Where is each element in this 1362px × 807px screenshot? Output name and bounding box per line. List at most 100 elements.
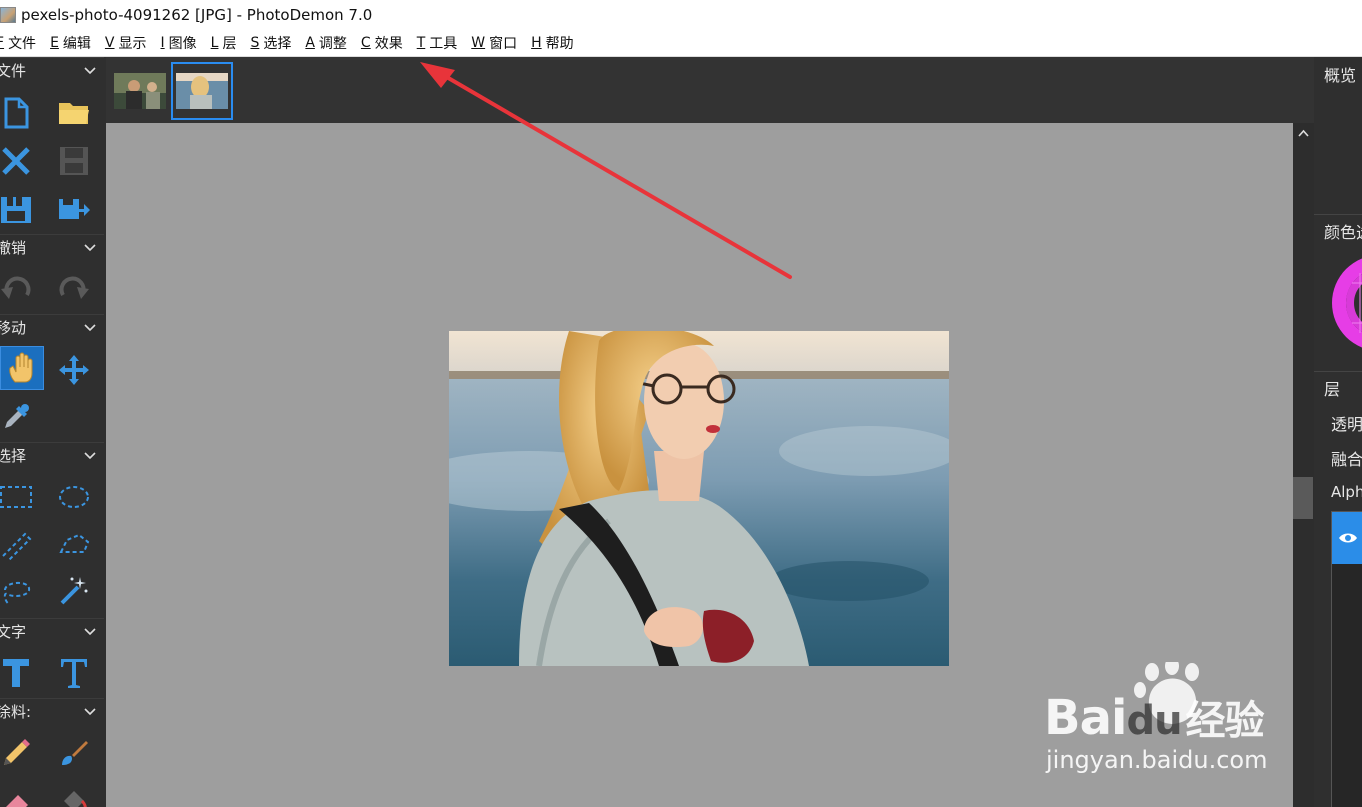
menu-accelerator-key: L — [210, 35, 219, 51]
rectangle-select-button[interactable] — [0, 475, 38, 519]
eyedropper-icon — [5, 404, 29, 428]
menu-a[interactable]: A 调整 — [298, 30, 354, 57]
layer-row-selected[interactable] — [1332, 512, 1362, 564]
chevron-up-icon[interactable] — [1298, 129, 1309, 137]
image-tabs-strip — [106, 57, 1314, 123]
menu-e[interactable]: E 编辑 — [43, 30, 98, 57]
color-wheel[interactable] — [1330, 253, 1362, 363]
menu-w[interactable]: W 窗口 — [464, 30, 524, 57]
ellipse-select-icon — [59, 486, 89, 508]
menu-accelerator-key: F — [0, 35, 5, 51]
toolbox-section-undo[interactable]: 撤销 — [0, 234, 104, 260]
eraser-tool-button[interactable] — [0, 779, 38, 807]
image-thumbnail — [114, 73, 166, 109]
polygon-select-button[interactable] — [52, 523, 96, 567]
menu-l[interactable]: L层 — [204, 30, 244, 57]
menu-accelerator-key: H — [531, 35, 542, 51]
new-file-icon — [4, 97, 29, 129]
brush-icon — [62, 741, 88, 765]
save-as-button[interactable] — [0, 187, 38, 231]
menu-label: 显示 — [118, 36, 147, 52]
close-image-button[interactable] — [0, 139, 38, 183]
magic-wand-icon — [60, 577, 88, 605]
brush-tool-button[interactable] — [52, 731, 96, 775]
pencil-tool-button[interactable] — [0, 731, 38, 775]
watermark-brand: Baidu 经验 — [1044, 690, 1265, 746]
lasso-select-button[interactable] — [0, 569, 38, 613]
menu-accelerator-key: V — [104, 35, 115, 51]
chevron-down-icon — [84, 66, 96, 74]
blend-mode-label: 融合 — [1331, 450, 1362, 469]
text-advanced-button[interactable] — [52, 651, 96, 695]
toolbox-section-file[interactable]: 文件 — [0, 57, 104, 83]
hand-icon — [9, 352, 33, 383]
toolbox-section-paint[interactable]: 涂料: — [0, 698, 104, 724]
eye-icon[interactable] — [1338, 531, 1358, 545]
redo-button[interactable] — [52, 267, 96, 311]
export-button[interactable] — [52, 187, 96, 231]
menu-f[interactable]: F 文件 — [0, 30, 43, 57]
text-basic-icon — [3, 659, 29, 687]
eyedropper-tool-button[interactable] — [0, 395, 38, 439]
toolbox-section-select[interactable]: 选择 — [0, 442, 104, 468]
fill-bucket-icon — [64, 791, 87, 807]
move-icon — [59, 355, 89, 385]
toolbox-panel: 文件 撤销 移动 选择 文字 涂料: — [0, 57, 106, 807]
overview-panel-title[interactable]: 概览 — [1324, 62, 1356, 86]
photo-thumbnail-icon — [0, 7, 16, 23]
menu-t[interactable]: T 工具 — [410, 30, 465, 57]
fill-bucket-button[interactable] — [52, 779, 96, 807]
menu-v[interactable]: V 显示 — [98, 30, 154, 57]
redo-icon — [59, 276, 89, 299]
color-panel-title[interactable]: 颜色选 — [1324, 219, 1362, 243]
baidu-jingyan-watermark: Baidu 经验 jingyan.baidu.com — [1040, 657, 1340, 782]
chevron-down-icon — [84, 707, 96, 715]
watermark-url: jingyan.baidu.com — [1046, 746, 1268, 774]
menu-label: 文件 — [8, 36, 37, 52]
text-advanced-icon — [61, 659, 87, 688]
menu-accelerator-key: C — [360, 35, 371, 51]
menu-bar: F 文件 E 编辑 V 显示 I 图像 L 层 S 选择 A 调整 C 效果 T 工具 W 窗口 H 帮助 — [0, 30, 1362, 57]
save-as-icon — [1, 197, 31, 223]
window-title: pexels-photo-4091262 [JPG] - PhotoDemon … — [21, 6, 373, 24]
menu-i[interactable]: I 图像 — [154, 30, 204, 57]
image-tab-1[interactable] — [109, 62, 171, 120]
menu-label: 选择 — [263, 36, 292, 52]
line-select-button[interactable] — [0, 523, 38, 567]
menu-accelerator-key: T — [416, 35, 426, 51]
canvas-image[interactable] — [449, 331, 949, 666]
toolbox-section-move[interactable]: 移动 — [0, 314, 104, 340]
menu-label: 调整 — [318, 36, 347, 52]
menu-c[interactable]: C 效果 — [354, 30, 410, 57]
chevron-down-icon — [84, 627, 96, 635]
menu-s[interactable]: S 选择 — [243, 30, 298, 57]
toolbox-section-text[interactable]: 文字 — [0, 618, 104, 644]
image-thumbnail — [176, 73, 228, 109]
hand-tool-button[interactable] — [0, 346, 44, 390]
menu-label: 窗口 — [489, 36, 518, 52]
open-file-button[interactable] — [52, 91, 96, 135]
save-button[interactable] — [52, 139, 96, 183]
menu-label: 工具 — [429, 36, 458, 52]
layers-panel-title[interactable]: 层 — [1324, 376, 1340, 400]
lasso-select-icon — [3, 582, 31, 605]
menu-h[interactable]: H 帮助 — [524, 30, 581, 57]
scrollbar-thumb[interactable] — [1293, 477, 1313, 519]
panel-divider — [1314, 371, 1362, 372]
menu-accelerator-key: S — [250, 35, 260, 51]
alpha-mode-label: Alph — [1331, 483, 1362, 501]
menu-label: 效果 — [374, 36, 403, 52]
undo-button[interactable] — [0, 267, 38, 311]
menu-label: 层 — [222, 36, 237, 52]
open-folder-icon — [59, 103, 89, 124]
line-select-icon — [2, 532, 32, 560]
text-basic-button[interactable] — [0, 651, 38, 695]
menu-accelerator-key: W — [471, 35, 486, 51]
magic-wand-button[interactable] — [52, 569, 96, 613]
save-icon — [60, 147, 88, 175]
ellipse-select-button[interactable] — [52, 475, 96, 519]
close-icon — [2, 147, 30, 175]
move-tool-button[interactable] — [52, 348, 96, 392]
image-tab-2[interactable] — [171, 62, 233, 120]
new-file-button[interactable] — [0, 91, 38, 135]
